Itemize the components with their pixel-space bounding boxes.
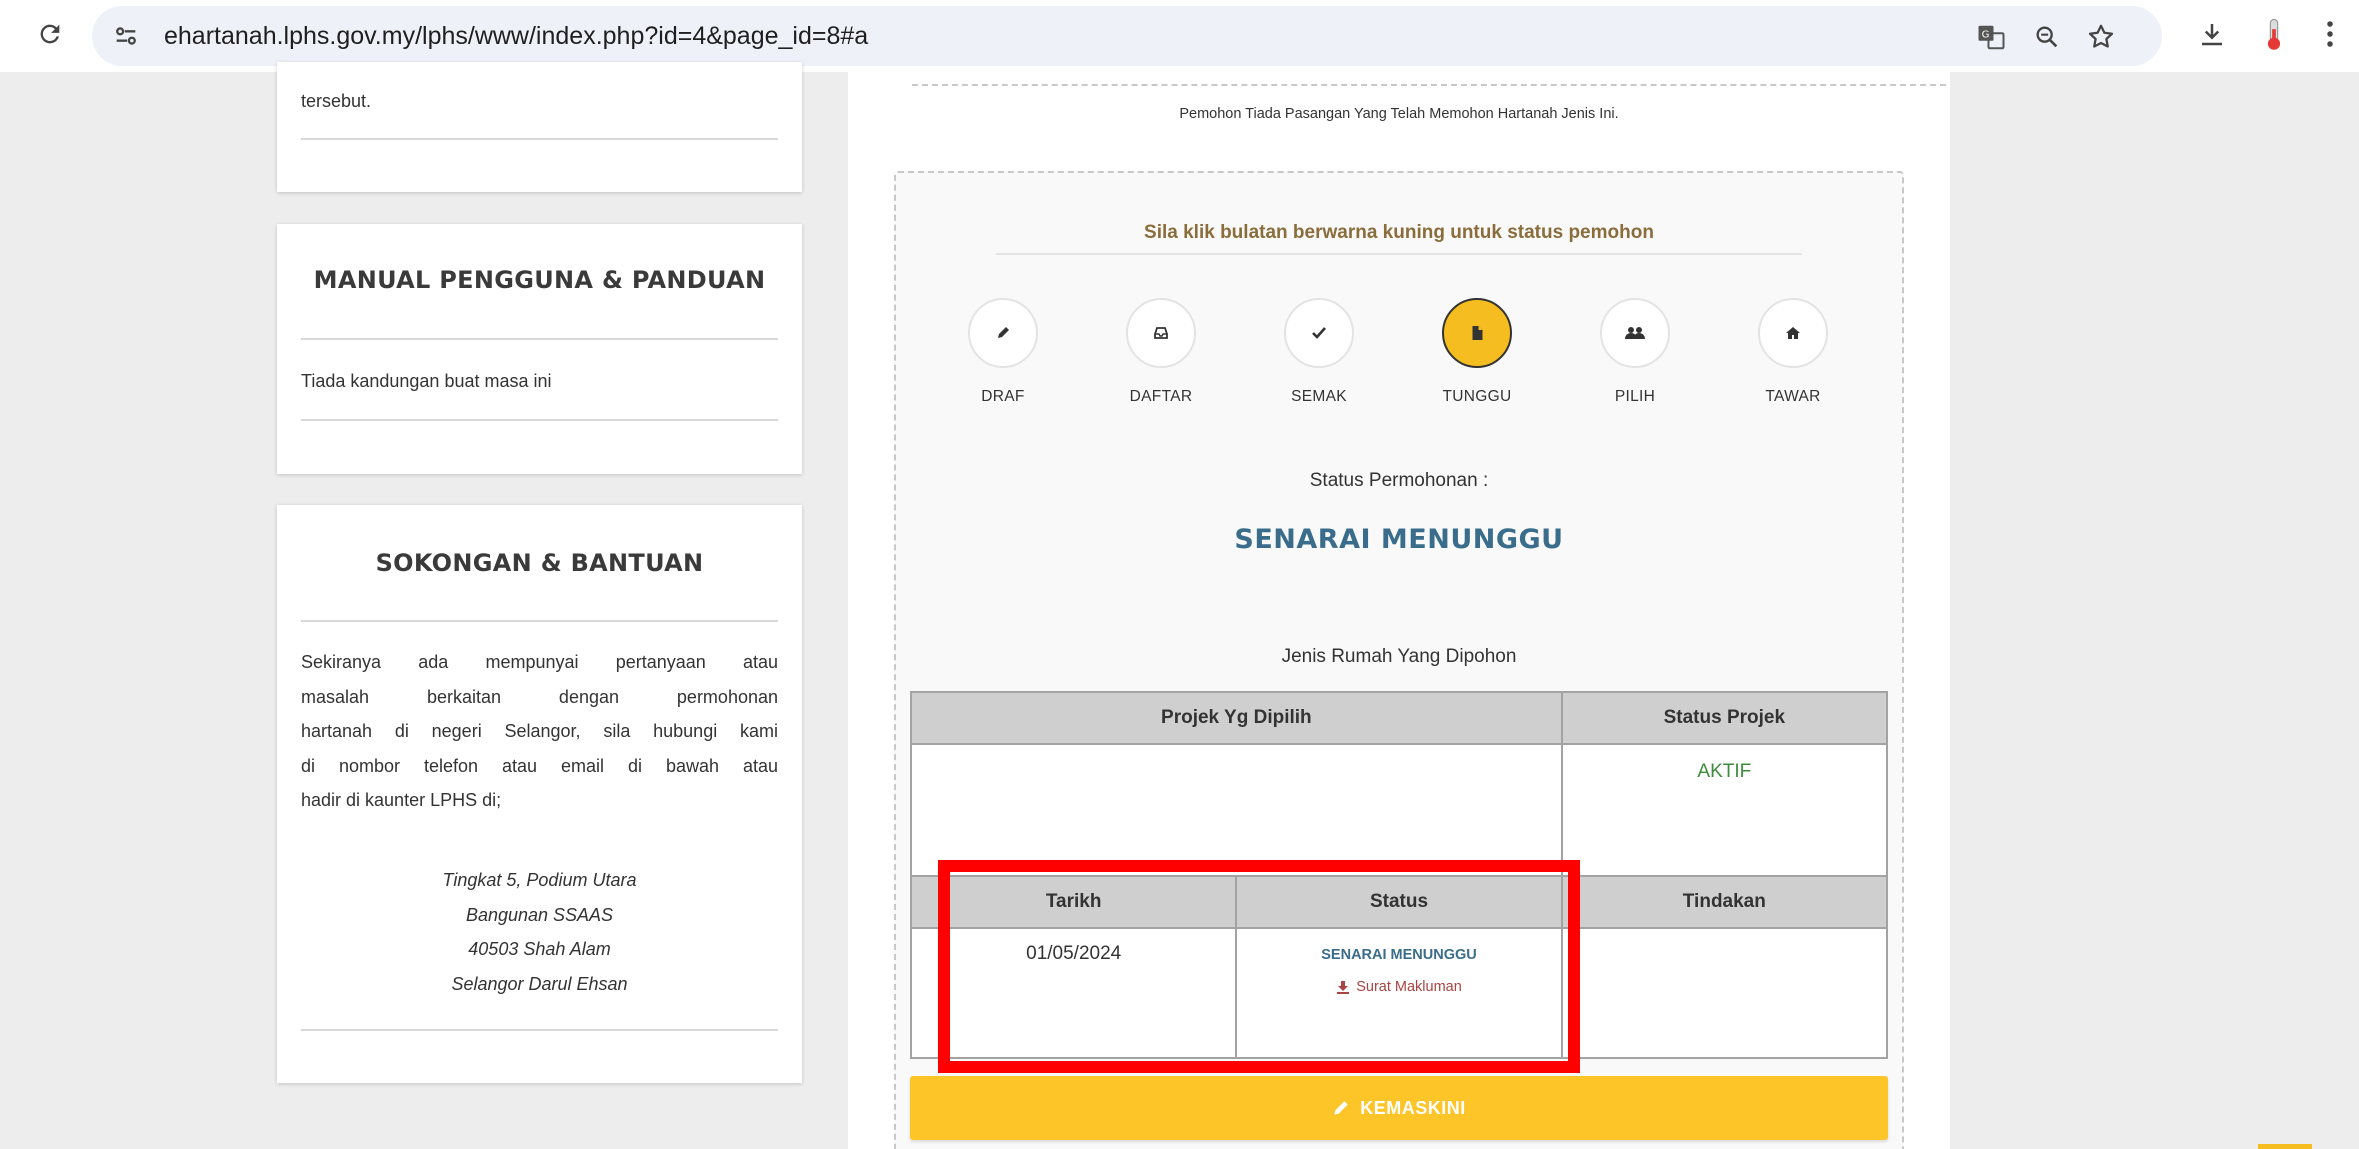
divider (301, 338, 778, 340)
site-settings-icon[interactable] (106, 16, 146, 56)
highlight-box (938, 860, 1580, 1073)
step-label: SEMAK (1291, 388, 1347, 405)
step-label: DAFTAR (1129, 388, 1193, 405)
translate-icon[interactable]: G (1972, 18, 2010, 56)
support-line: hadir di kaunter LPHS di; (301, 790, 502, 810)
header-status-projek: Status Projek (1560, 691, 1889, 745)
url-text[interactable]: ehartanah.lphs.gov.my/lphs/www/index.php… (164, 22, 868, 51)
address-line: 40503 Shah Alam (468, 939, 611, 959)
project-name-cell (910, 743, 1563, 877)
status-value: SENARAI MENUNGGU (1234, 524, 1564, 555)
divider (301, 419, 778, 421)
inbox-icon[interactable] (1126, 298, 1196, 368)
history-action-cell (1560, 927, 1889, 1059)
status-label: Status Permohonan : (1309, 470, 1489, 491)
divider (301, 620, 778, 622)
file-icon[interactable] (1442, 298, 1512, 368)
card-text: tersebut. (301, 91, 372, 111)
applicant-note: Pemohon Tiada Pasangan Yang Telah Memoho… (1179, 106, 1619, 122)
sidebar-card-top: tersebut. (277, 62, 802, 192)
step-tawar[interactable]: TAWAR (1718, 298, 1868, 406)
support-card: SOKONGAN & BANTUAN Sekiranya ada mempuny… (277, 505, 802, 1083)
extension-icon[interactable] (2254, 14, 2294, 54)
update-button-label[interactable]: KEMASKINI (1360, 1098, 1466, 1119)
menu-icon[interactable] (2310, 14, 2350, 54)
address-line: Tingkat 5, Podium Utara (442, 870, 637, 890)
manual-title: MANUAL PENGGUNA & PANDUAN (313, 266, 766, 294)
support-line: hartanah di negeri Selangor, sila hubung… (301, 721, 778, 741)
address-line: Selangor Darul Ehsan (451, 973, 628, 994)
project-status-cell: AKTIF (1560, 743, 1889, 877)
support-line: di nombor telefon atau email di bawah at… (301, 755, 778, 776)
divider (301, 1029, 778, 1031)
step-label: TUNGGU (1442, 388, 1512, 405)
divider (301, 138, 778, 140)
house-type-label: Jenis Rumah Yang Dipohon (1281, 646, 1517, 667)
address-bar[interactable]: ehartanah.lphs.gov.my/lphs/www/index.php… (92, 6, 2162, 66)
step-label: PILIH (1614, 388, 1656, 405)
status-instruction: Sila klik bulatan berwarna kuning untuk … (1144, 222, 1654, 243)
pencil-icon (1334, 1101, 1348, 1115)
step-label: DRAF (981, 388, 1025, 405)
users-icon[interactable] (1600, 298, 1670, 368)
header-tindakan: Tindakan (1560, 875, 1889, 929)
support-line: Sekiranya ada mempunyai pertanyaan atau (301, 652, 778, 672)
svg-text:G: G (1982, 30, 1990, 41)
pencil-icon[interactable] (968, 298, 1038, 368)
support-line: masalah berkaitan dengan permohonan (301, 686, 778, 707)
address: Tingkat 5, Podium Utara Bangunan SSAAS 4… (301, 863, 778, 1001)
manual-text: Tiada kandungan buat masa ini (301, 371, 552, 391)
bookmark-star-icon[interactable] (2082, 18, 2120, 56)
floating-badge[interactable] (2258, 1144, 2312, 1149)
update-button[interactable]: KEMASKINI (910, 1076, 1888, 1140)
home-icon[interactable] (1758, 298, 1828, 368)
address-line: Bangunan SSAAS (465, 904, 614, 925)
step-pilih[interactable]: PILIH (1560, 298, 1710, 406)
zoom-icon[interactable] (2028, 18, 2066, 56)
step-label: TAWAR (1765, 388, 1821, 405)
step-semak[interactable]: SEMAK (1244, 298, 1394, 406)
step-draf[interactable]: DRAF (928, 298, 1078, 406)
reload-icon[interactable] (30, 14, 70, 54)
project-status: AKTIF (1697, 761, 1752, 782)
header-projek: Projek Yg Dipilih (910, 691, 1563, 745)
support-paragraph: Sekiranya ada mempunyai pertanyaan atau … (301, 645, 778, 818)
step-daftar[interactable]: DAFTAR (1086, 298, 1236, 406)
support-title: SOKONGAN & BANTUAN (375, 549, 704, 577)
check-icon[interactable] (1284, 298, 1354, 368)
manual-card: MANUAL PENGGUNA & PANDUAN Tiada kandunga… (277, 224, 802, 474)
download-icon[interactable] (2192, 14, 2232, 54)
divider (996, 253, 1802, 255)
dashed-separator (912, 72, 1946, 86)
step-tunggu[interactable]: TUNGGU (1402, 298, 1552, 406)
